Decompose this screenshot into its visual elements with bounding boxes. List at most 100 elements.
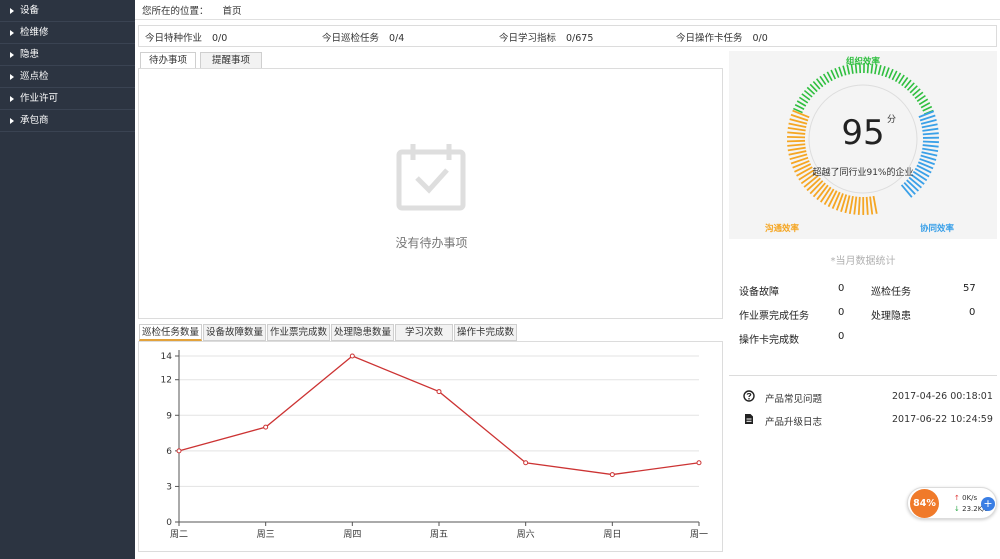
y-tick-label: 12 [161, 376, 172, 386]
chart-panel: 0 3 6 9 12 14 周二 周三 周四 周五 周六 周日 周一 [138, 341, 723, 552]
score-description: 超越了同行业91%的企业 [812, 168, 914, 178]
sidebar-item-label: 隐患 [20, 49, 40, 60]
monthly-stat-value: 0 [969, 307, 976, 318]
x-tick-label: 周三 [257, 529, 275, 540]
sidebar-item-label: 作业许可 [20, 93, 59, 104]
gauge-tick [891, 70, 898, 81]
x-tick-label: 周一 [690, 529, 708, 540]
stat-special-work: 今日特种作业 0/0 [145, 33, 228, 44]
plus-icon[interactable]: + [981, 497, 995, 511]
data-point [436, 389, 442, 395]
today-stats-bar: 今日特种作业 0/0 今日巡检任务 0/4 今日学习指标 0/675 今日操作卡任务 0… [138, 25, 997, 47]
gauge-tick [794, 104, 805, 110]
data-point [176, 448, 182, 454]
gauge-tick [894, 72, 902, 83]
divider [135, 19, 1000, 20]
y-tick-label: 9 [166, 411, 172, 421]
gauge-label-organization: 组织效率 [846, 57, 881, 67]
x-tick-label: 周日 [603, 529, 621, 540]
tab-inspection-count[interactable]: 巡检任务数量 [139, 324, 202, 341]
sidebar-item-work-permit[interactable]: 作业许可 [0, 88, 135, 110]
sidebar-item-contractor[interactable]: 承包商 [0, 110, 135, 132]
tab-reminders[interactable]: 提醒事项 [200, 52, 262, 69]
upload-speed: ↑ 0K/s [954, 494, 978, 502]
link-time: 2017-06-22 10:24:59 [892, 414, 993, 425]
tab-operation-card-count[interactable]: 操作卡完成数 [454, 324, 517, 341]
sidebar-item-equipment[interactable]: 设备 [0, 0, 135, 22]
caret-right-icon [10, 95, 14, 102]
caret-right-icon [10, 7, 14, 14]
data-point [696, 460, 702, 466]
gauge-tick [920, 102, 931, 109]
sidebar-item-hazards[interactable]: 隐患 [0, 44, 135, 66]
y-tick-label: 3 [166, 482, 172, 492]
sidebar-item-label: 巡点检 [20, 71, 49, 82]
tab-work-permit-count[interactable]: 作业票完成数 [267, 324, 330, 341]
x-tick-label: 周五 [430, 529, 448, 540]
gauge-tick [848, 195, 854, 215]
gauge-tick [823, 188, 835, 206]
monthly-stat-value: 57 [963, 283, 976, 294]
line-chart: 0 3 6 9 12 14 周二 周三 周四 周五 周六 周日 周一 [161, 350, 708, 540]
monthly-stat-label: 巡检任务 [871, 287, 911, 298]
gauge-tick [903, 181, 916, 195]
y-tick-label: 0 [166, 518, 172, 528]
caret-right-icon [10, 51, 14, 58]
main-area: 您所在的位置： 首页 今日特种作业 0/0 今日巡检任务 0/4 今日学习指标 0/67… [135, 0, 1000, 559]
memory-usage-badge[interactable]: 84% [910, 489, 939, 518]
arrow-down-icon: ↓ [954, 505, 960, 513]
monthly-stat-value: 0 [838, 283, 845, 294]
gauge-tick [826, 71, 833, 82]
monthly-stat-label: 处理隐患 [871, 311, 911, 322]
tab-equipment-fault-count[interactable]: 设备故障数量 [203, 324, 266, 341]
tab-hazard-count[interactable]: 处理隐患数量 [331, 324, 394, 341]
data-point [609, 472, 615, 478]
gauge-tick [906, 179, 920, 192]
tab-todo[interactable]: 待办事项 [140, 52, 196, 69]
gauge-tick [834, 68, 840, 78]
gauge-tick [888, 68, 894, 79]
breadcrumb-home-link[interactable]: 首页 [223, 6, 242, 17]
question-circle-icon [743, 390, 755, 402]
data-point [263, 424, 269, 430]
gauge-tick [838, 66, 843, 77]
link-label: 产品常见问题 [765, 394, 823, 405]
stat-inspection-tasks: 今日巡检任务 0/4 [322, 33, 405, 44]
score-value: 95 [841, 113, 885, 153]
x-tick-label: 周二 [170, 529, 188, 540]
x-tick-label: 周四 [343, 529, 361, 540]
monthly-stats-panel: *当月数据统计 设备故障 0 巡检任务 57 作业票完成任务 0 处理隐患 0 … [729, 239, 997, 371]
gauge-tick [830, 69, 837, 80]
todo-panel: 没有待办事项 [138, 68, 723, 319]
gauge-tick [884, 67, 890, 78]
link-label: 产品升级日志 [765, 417, 823, 428]
monthly-stat-label: 操作卡完成数 [739, 335, 799, 346]
network-speed-widget[interactable]: 84% ↑ 0K/s ↓ 23.2K/s + [907, 487, 997, 519]
divider [729, 375, 997, 376]
gauge-tick [869, 196, 874, 215]
arrow-up-icon: ↑ [954, 494, 960, 502]
stat-learning-index: 今日学习指标 0/675 [499, 33, 594, 44]
data-point [523, 460, 529, 466]
breadcrumb-prefix: 您所在的位置： [142, 6, 209, 17]
sidebar-item-inspection[interactable]: 巡点检 [0, 66, 135, 88]
monthly-stat-value: 0 [838, 331, 845, 342]
caret-right-icon [10, 73, 14, 80]
monthly-stat-value: 0 [838, 307, 845, 318]
breadcrumb: 您所在的位置： 首页 [142, 3, 242, 17]
y-tick-label: 6 [166, 447, 172, 457]
caret-right-icon [10, 29, 14, 36]
data-point [349, 353, 355, 359]
tab-learning-count[interactable]: 学习次数 [395, 324, 453, 341]
stat-operation-card-tasks: 今日操作卡任务 0/0 [676, 33, 768, 44]
sidebar-item-maintenance[interactable]: 检维修 [0, 22, 135, 44]
sidebar-item-label: 承包商 [20, 115, 49, 126]
monthly-stat-label: 作业票完成任务 [739, 311, 809, 322]
gauge-tick [853, 196, 858, 215]
sidebar-item-label: 设备 [20, 5, 40, 16]
calendar-check-icon [396, 144, 466, 211]
gauge-tick [796, 100, 807, 107]
document-icon [745, 414, 753, 424]
caret-right-icon [10, 117, 14, 124]
gauge-tick [857, 196, 861, 215]
